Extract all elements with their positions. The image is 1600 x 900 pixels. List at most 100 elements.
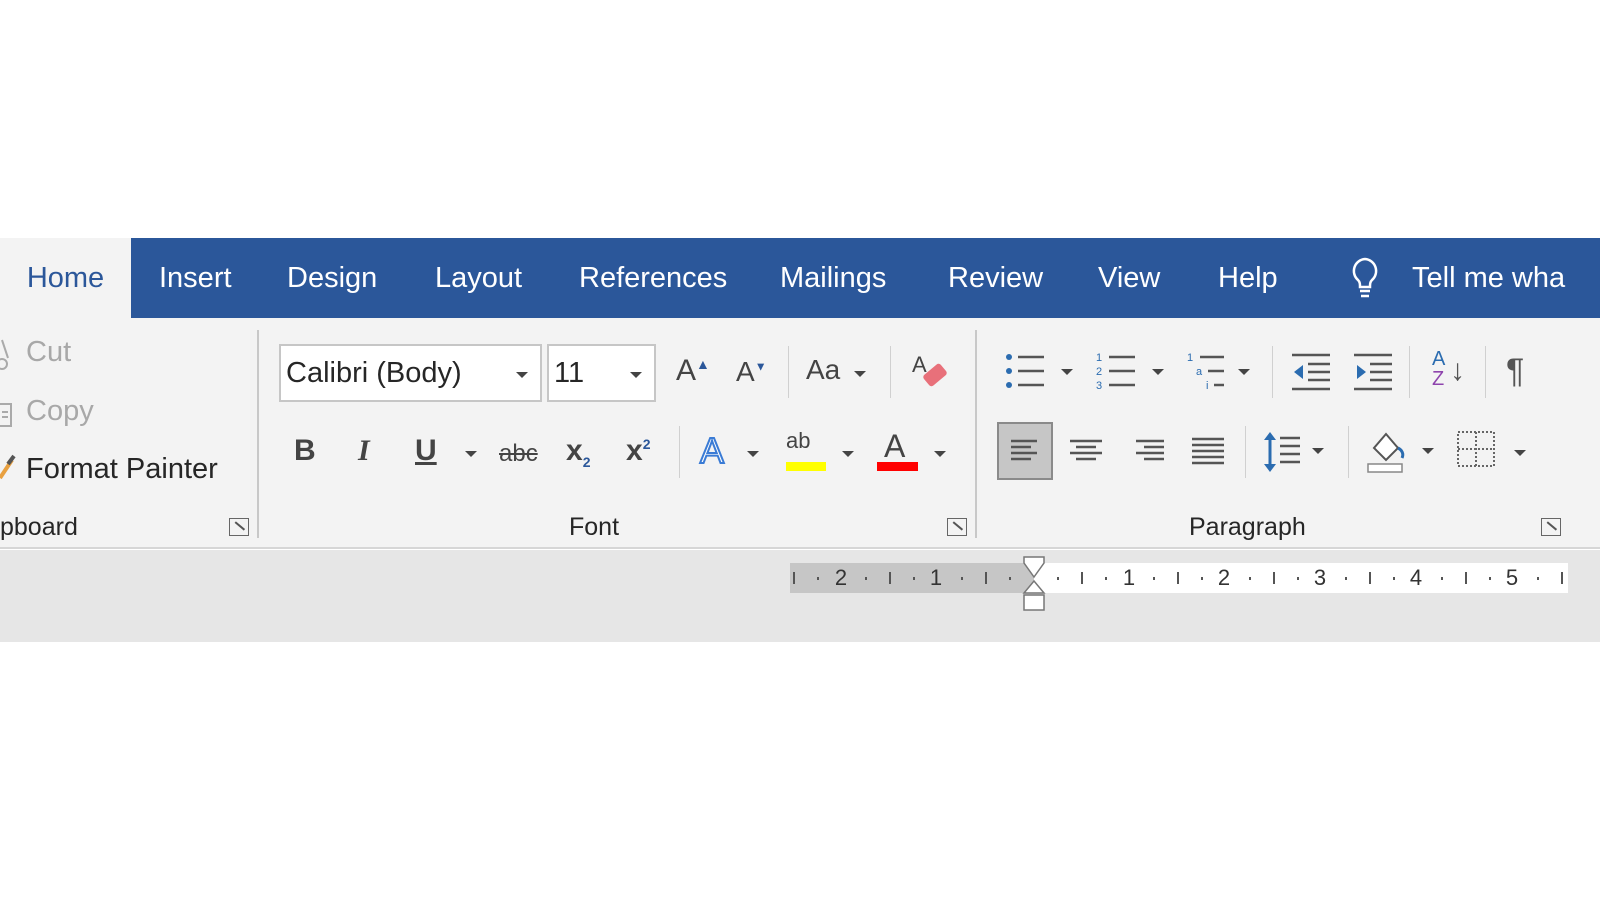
ruler-tick (961, 577, 963, 580)
multilevel-list-icon[interactable]: 1ai (1186, 352, 1256, 392)
chevron-down-icon[interactable] (934, 451, 946, 457)
font-name-combo[interactable]: Calibri (Body) (279, 344, 542, 402)
ruler-tick (1465, 572, 1467, 584)
align-left-button[interactable] (997, 422, 1053, 480)
ruler-label: 5 (1505, 565, 1519, 590)
svg-text:1: 1 (1187, 352, 1193, 364)
chevron-down-icon[interactable] (465, 451, 477, 457)
ruler-tick (1441, 577, 1443, 580)
tab-layout[interactable]: Layout (435, 238, 522, 318)
bullets-icon[interactable] (1004, 352, 1076, 392)
ruler-tick (1057, 577, 1059, 580)
tab-home[interactable]: Home (0, 238, 131, 318)
svg-text:i: i (1206, 380, 1208, 392)
ruler-label: 4 (1409, 565, 1423, 590)
paragraph-dialog-launcher[interactable] (1541, 518, 1561, 536)
font-dialog-launcher[interactable] (947, 518, 967, 536)
divider (679, 426, 680, 478)
numbering-icon[interactable]: 1 2 3 (1095, 352, 1167, 392)
shrink-font-button[interactable]: A▼ (736, 356, 767, 388)
tab-references[interactable]: References (579, 238, 727, 318)
shading-icon[interactable] (1364, 428, 1440, 476)
ruler-label: 3 (1313, 565, 1327, 590)
italic-button[interactable]: I (358, 434, 370, 468)
show-hide-marks-button[interactable]: ¶ (1506, 352, 1524, 391)
grow-font-button[interactable]: A▲ (676, 354, 710, 388)
ruler-tick (1345, 577, 1347, 580)
chevron-down-icon[interactable] (854, 371, 866, 377)
tab-design[interactable]: Design (287, 238, 377, 318)
ruler-tick (793, 572, 795, 584)
ruler-tick (889, 572, 891, 584)
underline-button[interactable]: U (415, 434, 437, 468)
lightbulb-icon[interactable] (1348, 256, 1382, 300)
text-effects-button[interactable]: A (699, 429, 725, 472)
divider (788, 346, 789, 398)
ruler-tick (1201, 577, 1203, 580)
highlight-button[interactable]: ab (786, 428, 810, 454)
ruler-tick (913, 577, 915, 580)
tab-help[interactable]: Help (1218, 238, 1278, 318)
tab-view[interactable]: View (1098, 238, 1160, 318)
chevron-down-icon[interactable] (630, 372, 642, 378)
line-spacing-icon[interactable] (1262, 430, 1328, 474)
copy-icon (0, 403, 12, 427)
copy-button[interactable]: Copy (26, 395, 94, 428)
svg-text:A: A (912, 352, 927, 377)
indent-marker[interactable] (1022, 555, 1048, 613)
ruler-tick (1561, 572, 1563, 584)
font-name-value: Calibri (Body) (286, 357, 462, 389)
scissors-icon (0, 339, 9, 370)
divider (1485, 346, 1486, 398)
font-size-combo[interactable]: 11 (547, 344, 656, 402)
superscript-button[interactable]: x2 (626, 434, 650, 468)
tab-mailings[interactable]: Mailings (780, 238, 886, 318)
font-color-swatch (877, 462, 918, 471)
ruler-tick (1273, 572, 1275, 584)
change-case-button[interactable]: Aa (806, 354, 840, 386)
ruler-tick (1105, 577, 1107, 580)
divider (1272, 346, 1273, 398)
svg-text:2: 2 (1096, 366, 1102, 378)
divider (1245, 426, 1246, 478)
clipboard-group-label: pboard (0, 513, 78, 541)
clear-formatting-icon[interactable]: A (910, 350, 952, 392)
borders-icon[interactable] (1456, 430, 1532, 474)
ruler-margin (790, 563, 1034, 593)
tab-review[interactable]: Review (948, 238, 1043, 318)
bold-button[interactable]: B (294, 434, 316, 468)
strikethrough-button[interactable]: abc (499, 440, 538, 468)
chevron-down-icon[interactable] (842, 451, 854, 457)
clipboard-dialog-launcher[interactable] (229, 518, 249, 536)
ruler-label: 1 (929, 565, 943, 590)
chevron-down-icon[interactable] (747, 451, 759, 457)
tell-me-search[interactable]: Tell me wha (1412, 238, 1565, 318)
decrease-indent-icon[interactable] (1290, 352, 1332, 392)
ruler-tick (1489, 577, 1491, 580)
ruler-tick (1081, 572, 1083, 584)
sort-button[interactable]: A Z ↓ (1430, 348, 1470, 396)
svg-text:1: 1 (1096, 352, 1102, 364)
font-color-button[interactable]: A (884, 428, 905, 465)
svg-text:3: 3 (1096, 380, 1102, 392)
subscript-button[interactable]: x2 (566, 434, 590, 470)
highlight-color-swatch (786, 462, 826, 471)
tab-insert[interactable]: Insert (159, 238, 232, 318)
align-center-icon[interactable] (1066, 424, 1106, 478)
ruler-tick (1393, 577, 1395, 580)
ribbon-tab-bar: Home Insert Design Layout References Mai… (0, 238, 1600, 318)
justify-icon[interactable] (1188, 424, 1228, 478)
align-right-icon[interactable] (1128, 424, 1168, 478)
cut-button[interactable]: Cut (26, 336, 71, 369)
down-arrow-icon: ↓ (1450, 354, 1465, 387)
increase-indent-icon[interactable] (1352, 352, 1394, 392)
format-painter-button[interactable]: Format Painter (26, 453, 218, 486)
ruler-tick (817, 577, 819, 580)
ruler-label: 1 (1122, 565, 1136, 590)
divider (1409, 346, 1410, 398)
ruler-tick (1369, 572, 1371, 584)
divider (890, 346, 891, 398)
ruler-tick (1009, 577, 1011, 580)
chevron-down-icon[interactable] (516, 372, 528, 378)
ruler-tick (1177, 572, 1179, 584)
